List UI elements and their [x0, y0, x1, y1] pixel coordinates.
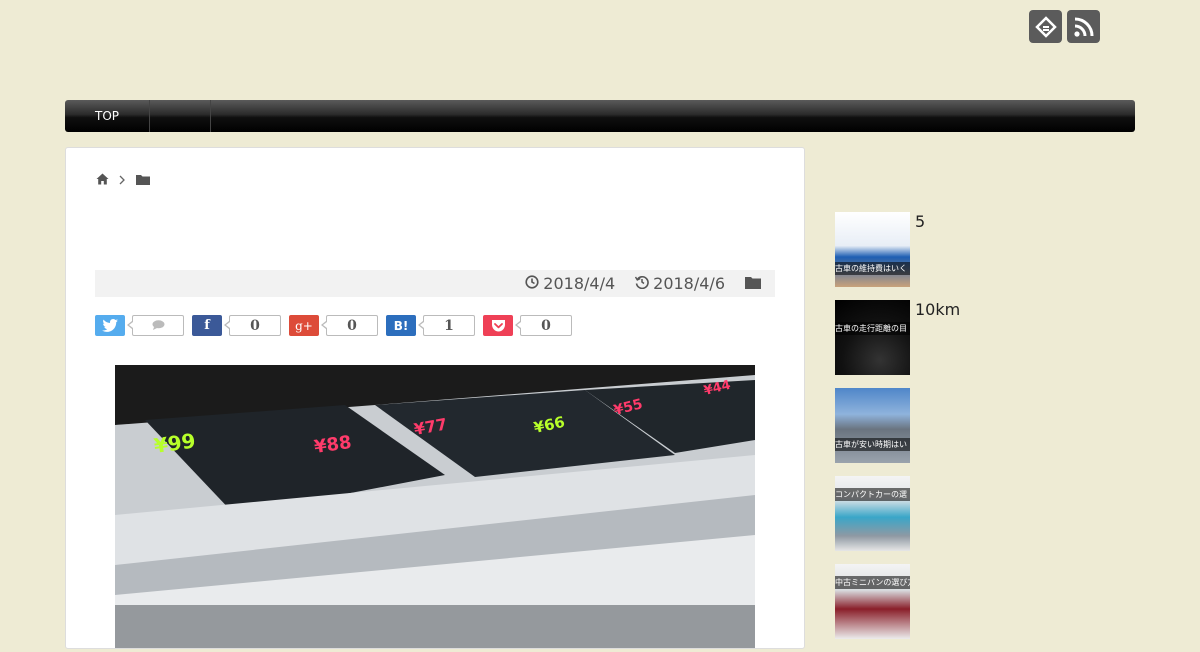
hatena-icon[interactable]: B!: [386, 315, 416, 336]
nav-item-top[interactable]: TOP: [65, 100, 151, 132]
facebook-icon[interactable]: f: [192, 315, 222, 336]
published-date: 2018/4/4: [525, 274, 615, 293]
nav-item-label: TOP: [95, 109, 120, 123]
header-icons: [1029, 10, 1100, 43]
hatena-share[interactable]: B! 1: [386, 315, 475, 336]
facebook-share[interactable]: f 0: [192, 315, 281, 336]
published-date-text: 2018/4/4: [543, 274, 616, 293]
thumbnail-caption: コンパクトカーの選: [835, 488, 910, 501]
googleplus-icon[interactable]: g+: [289, 315, 319, 336]
pocket-icon[interactable]: [483, 315, 513, 336]
rss-icon[interactable]: [1067, 10, 1100, 43]
googleplus-share[interactable]: g+ 0: [289, 315, 378, 336]
pocket-count: 0: [515, 315, 572, 336]
nav-item-empty[interactable]: [150, 100, 212, 132]
home-icon[interactable]: [96, 170, 109, 189]
thumbnail[interactable]: 古車が安い時期はい: [835, 388, 910, 463]
history-icon: [635, 274, 649, 293]
thumbnail[interactable]: コンパクトカーの選: [835, 476, 910, 551]
thumbnail-caption: 古車の維持費はいく: [835, 262, 910, 275]
facebook-count: 0: [224, 315, 281, 336]
article-card: 2018/4/4 2018/4/6 f 0 g+ 0 B! 1 0 ¥99 ¥8…: [65, 147, 805, 649]
clock-icon: [525, 274, 539, 293]
chevron-right-icon: [119, 170, 126, 189]
folder-icon[interactable]: [136, 170, 150, 189]
thumbnail[interactable]: 古車の維持費はいく: [835, 212, 910, 287]
thumbnail[interactable]: 中古ミニバンの選び方: [835, 564, 910, 639]
list-item[interactable]: 古車が安い時期はい: [835, 388, 960, 463]
feedly-icon[interactable]: [1029, 10, 1062, 43]
main-navbar: TOP: [65, 100, 1135, 132]
pocket-share[interactable]: 0: [483, 315, 572, 336]
thumbnail-caption: 古車の走行距離の目: [835, 322, 910, 335]
list-item[interactable]: コンパクトカーの選: [835, 476, 960, 551]
twitter-count: [127, 315, 184, 336]
list-item[interactable]: 古車の維持費はいく 5: [835, 212, 960, 287]
twitter-share[interactable]: [95, 315, 184, 336]
post-meta: 2018/4/4 2018/4/6: [95, 270, 775, 297]
thumbnail-caption: 古車が安い時期はい: [835, 438, 910, 451]
list-item[interactable]: 中古ミニバンの選び方: [835, 564, 960, 639]
breadcrumb: [96, 170, 150, 189]
thumbnail-caption: 中古ミニバンの選び方: [835, 576, 910, 589]
list-item-title[interactable]: 10km: [915, 300, 960, 375]
related-posts: 古車の維持費はいく 5 古車の走行距離の目 10km 古車が安い時期はい コンパ…: [835, 212, 960, 652]
category-meta[interactable]: [745, 274, 761, 293]
comment-icon: [152, 318, 165, 334]
featured-image: ¥99 ¥88 ¥77 ¥66 ¥55 ¥44: [115, 365, 755, 648]
updated-date-text: 2018/4/6: [653, 274, 725, 293]
share-buttons: f 0 g+ 0 B! 1 0: [95, 315, 572, 336]
hatena-count: 1: [418, 315, 475, 336]
list-item-title[interactable]: 5: [915, 212, 925, 287]
googleplus-count: 0: [321, 315, 378, 336]
folder-icon: [745, 274, 761, 293]
updated-date: 2018/4/6: [635, 274, 725, 293]
twitter-icon[interactable]: [95, 315, 125, 336]
thumbnail[interactable]: 古車の走行距離の目: [835, 300, 910, 375]
list-item[interactable]: 古車の走行距離の目 10km: [835, 300, 960, 375]
